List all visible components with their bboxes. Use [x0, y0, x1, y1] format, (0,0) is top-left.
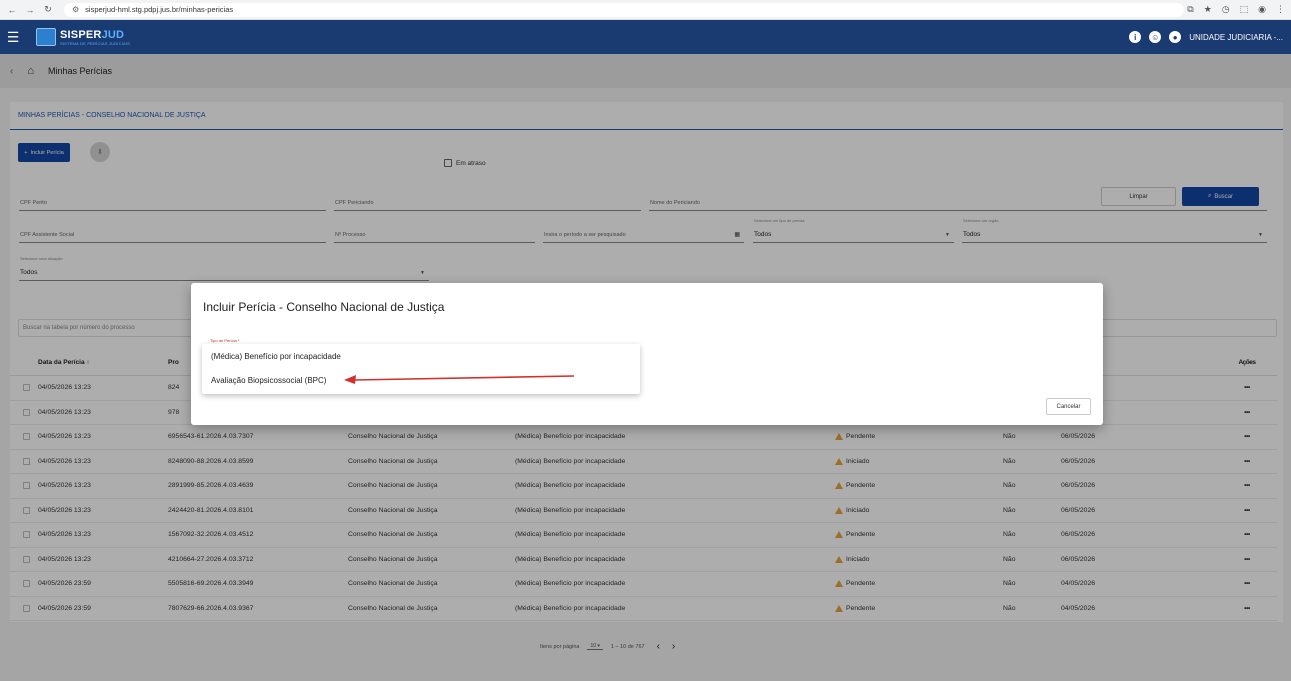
app-header: ☰ SISPERJUD SISTEMA DE PERÍCIAS JUDICIAI… [0, 20, 1291, 54]
annotation-arrow-icon [344, 375, 575, 384]
option-medica-beneficio[interactable]: (Médica) Benefício por incapacidade [202, 344, 640, 368]
logo-mark-icon [36, 28, 56, 46]
back-icon[interactable]: ← [6, 3, 18, 17]
bookmark-star-icon[interactable]: ★ [1204, 4, 1212, 15]
logo-subtitle: SISTEMA DE PERÍCIAS JUDICIAIS [60, 40, 131, 46]
browser-toolbar: ← → ↻ ⚙ sisperjud-hml.stg.pdpj.jus.br/mi… [0, 0, 1291, 20]
unit-name[interactable]: UNIDADE JUDICIARIA -... [1189, 33, 1283, 42]
history-icon[interactable]: ◷ [1222, 4, 1230, 15]
address-bar[interactable]: ⚙ sisperjud-hml.stg.pdpj.jus.br/minhas-p… [64, 2, 1184, 17]
dialog-title: Incluir Perícia - Conselho Nacional de J… [203, 300, 445, 314]
reload-icon[interactable]: ↻ [42, 3, 54, 17]
user-avatar-icon[interactable]: ● [1169, 31, 1182, 43]
accessibility-icon[interactable]: ☺ [1149, 31, 1162, 43]
hamburger-menu-icon[interactable]: ☰ [0, 20, 26, 54]
info-icon[interactable]: i [1129, 31, 1142, 43]
logo-text-accent: JUD [101, 28, 125, 41]
extensions-icon[interactable]: ⬚ [1240, 4, 1249, 15]
logo-text-main: SISPER [60, 28, 102, 41]
profile-icon[interactable]: ◉ [1258, 4, 1266, 15]
sisperjud-logo[interactable]: SISPERJUD SISTEMA DE PERÍCIAS JUDICIAIS [36, 28, 130, 46]
incluir-pericia-dialog: Incluir Perícia - Conselho Nacional de J… [191, 283, 1103, 425]
cancelar-button[interactable]: Cancelar [1046, 398, 1091, 415]
site-info-icon[interactable]: ⚙ [72, 5, 79, 14]
tipo-pericia-field-label: Tipo de Perícia * [210, 338, 240, 343]
url-text: sisperjud-hml.stg.pdpj.jus.br/minhas-per… [85, 5, 234, 14]
translate-icon[interactable]: ⧉ [1187, 4, 1193, 15]
forward-icon[interactable]: → [24, 3, 36, 17]
browser-menu-icon[interactable]: ⋮ [1276, 4, 1285, 15]
